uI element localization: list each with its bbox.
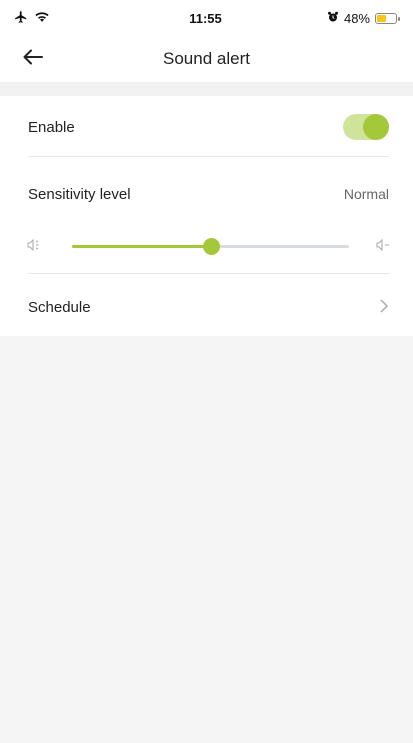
enable-toggle[interactable] (343, 114, 389, 140)
sensitivity-slider-row (24, 235, 391, 257)
volume-high-icon (26, 237, 42, 253)
slider-fill (72, 245, 211, 248)
back-arrow-icon[interactable] (23, 49, 43, 70)
settings-panel: Enable Sensitivity level Normal Schedule (0, 96, 413, 336)
back-button[interactable] (18, 44, 48, 74)
divider (28, 156, 389, 157)
battery-percent: 48% (343, 10, 370, 26)
enable-label: Enable (28, 118, 75, 136)
chevron-right-icon (379, 297, 389, 318)
schedule-label: Schedule (28, 298, 91, 316)
status-left (14, 10, 104, 27)
wifi-icon (34, 10, 50, 26)
sensitivity-row: Sensitivity level Normal (28, 184, 389, 204)
status-bar: 11:55 48% (0, 0, 413, 36)
airplane-icon (14, 10, 28, 27)
sensitivity-label: Sensitivity level (28, 185, 131, 203)
battery-icon (375, 12, 400, 24)
slider-thumb[interactable] (202, 238, 220, 255)
status-right: 48% (307, 10, 400, 26)
enable-row: Enable (28, 114, 389, 140)
volume-low-icon (375, 237, 391, 253)
sensitivity-value: Normal (343, 186, 389, 202)
page-title: Sound alert (163, 49, 250, 68)
schedule-row[interactable]: Schedule (28, 296, 389, 318)
toggle-knob (363, 114, 389, 140)
section-gap (0, 82, 413, 96)
battery-fill (377, 14, 386, 22)
sensitivity-slider[interactable] (72, 238, 349, 255)
divider (28, 273, 389, 274)
status-time: 11:55 (189, 10, 222, 26)
nav-bar: Sound alert (0, 36, 413, 82)
alarm-icon (327, 11, 339, 26)
